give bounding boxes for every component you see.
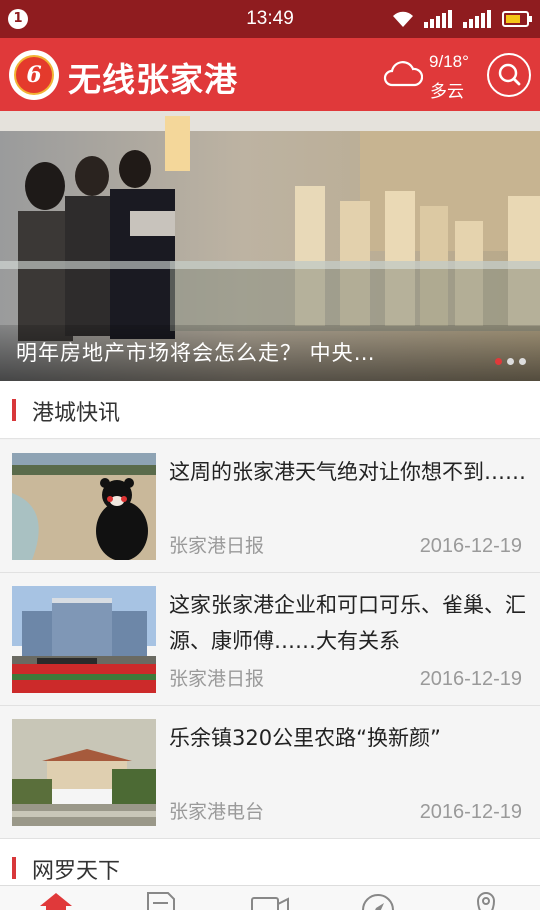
bottom-navigation	[0, 885, 540, 910]
news-list-item[interactable]: 这家张家港企业和可口可乐、雀巢、汇源、康师傅……大有关系 张家港日报 2016-…	[0, 573, 540, 706]
carousel-dot[interactable]	[495, 358, 502, 365]
nav-location[interactable]	[466, 890, 506, 910]
section-accent-bar	[12, 857, 16, 879]
nav-home[interactable]	[36, 890, 76, 910]
news-thumbnail	[12, 586, 156, 693]
battery-icon	[502, 11, 532, 27]
app-logo: 6	[9, 50, 59, 100]
news-headline: 这周的张家港天气绝对让你想不到……	[169, 460, 526, 484]
news-headline: 这家张家港企业和可口可乐、雀巢、汇源、康师傅……大有关系	[169, 593, 526, 653]
signal-1-icon	[424, 10, 452, 28]
video-icon	[251, 897, 289, 910]
section-accent-bar	[12, 399, 16, 421]
home-icon	[40, 893, 72, 910]
section-title: 港城快讯	[32, 401, 121, 426]
news-source: 张家港电台	[169, 801, 265, 823]
banner-caption: 明年房地产市场将会怎么走？ 中央…	[16, 341, 376, 365]
location-pin-icon	[476, 892, 496, 910]
news-source: 张家港日报	[169, 668, 265, 690]
news-date: 2016-12-19	[419, 801, 522, 823]
news-list-item[interactable]: 这周的张家港天气绝对让你想不到…… 张家港日报 2016-12-19	[0, 440, 540, 573]
nav-discover[interactable]	[358, 890, 398, 910]
document-icon	[147, 892, 175, 910]
compass-icon	[362, 894, 394, 910]
wifi-icon	[393, 11, 413, 27]
weather-condition: 多云	[430, 82, 464, 102]
section-title: 网罗天下	[32, 859, 121, 884]
system-icons	[391, 9, 532, 29]
status-bar: 1 13:49	[0, 0, 540, 38]
news-date: 2016-12-19	[419, 535, 522, 557]
app-title: 无线张家港	[68, 60, 238, 99]
featured-banner[interactable]: 明年房地产市场将会怎么走？ 中央…	[0, 111, 540, 381]
news-date: 2016-12-19	[419, 668, 522, 690]
carousel-indicator	[495, 358, 526, 365]
nav-video[interactable]	[250, 890, 290, 910]
signal-2-icon	[463, 10, 491, 28]
search-button[interactable]	[487, 53, 531, 97]
news-list-item[interactable]: 乐余镇320公里农路“换新颜” 张家港电台 2016-12-19	[0, 706, 540, 839]
news-headline: 乐余镇320公里农路“换新颜”	[169, 726, 441, 750]
news-thumbnail	[12, 453, 156, 560]
nav-documents[interactable]	[142, 890, 182, 910]
app-header: 6 无线张家港 9/18° 多云	[0, 38, 540, 111]
carousel-dot[interactable]	[507, 358, 514, 365]
section-header-city-news: 港城快讯	[0, 381, 540, 439]
news-source: 张家港日报	[169, 535, 265, 557]
weather-temperature: 9/18°	[429, 52, 469, 71]
cloud-icon	[383, 61, 423, 87]
carousel-dot[interactable]	[519, 358, 526, 365]
news-thumbnail	[12, 719, 156, 826]
search-icon	[498, 63, 521, 86]
